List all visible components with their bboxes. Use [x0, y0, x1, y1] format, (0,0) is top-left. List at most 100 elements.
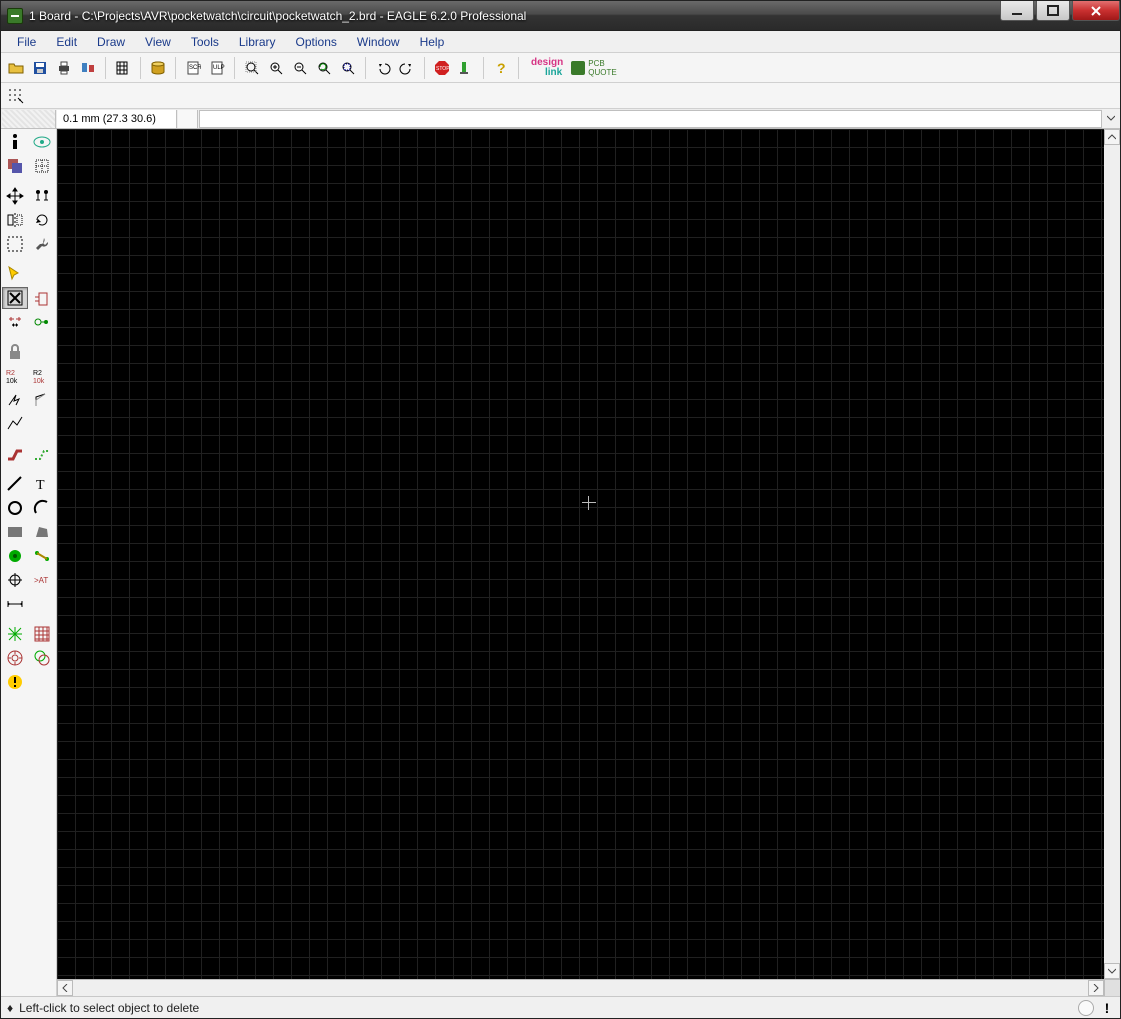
info-tool[interactable] — [2, 131, 28, 153]
coord-spacer — [178, 110, 198, 128]
chip-icon — [571, 61, 585, 75]
errors-tool[interactable] — [2, 671, 28, 693]
move-icon — [6, 187, 24, 205]
horizontal-scrollbar[interactable] — [57, 979, 1120, 996]
editor-canvas[interactable] — [57, 129, 1120, 979]
vertical-scrollbar[interactable] — [1104, 129, 1120, 979]
menu-view[interactable]: View — [135, 32, 181, 52]
erc-tool[interactable] — [2, 647, 28, 669]
zoom-fit-button[interactable] — [241, 57, 263, 79]
close-icon — [1090, 5, 1102, 17]
mark-icon — [33, 157, 51, 175]
show-tool[interactable] — [30, 131, 56, 153]
scroll-left-button[interactable] — [57, 980, 73, 996]
route-tool[interactable] — [2, 443, 28, 465]
attribute-tool[interactable]: >AT — [30, 569, 56, 591]
pinswap-tool[interactable] — [2, 311, 28, 333]
menu-draw[interactable]: Draw — [87, 32, 135, 52]
go-button[interactable] — [455, 57, 477, 79]
dimension-tool[interactable] — [2, 593, 28, 615]
menu-tools[interactable]: Tools — [181, 32, 229, 52]
command-history-button[interactable] — [1102, 109, 1120, 128]
polygon-tool[interactable] — [30, 521, 56, 543]
split-tool[interactable] — [2, 413, 28, 435]
menu-library[interactable]: Library — [229, 32, 286, 52]
help-button[interactable]: ? — [490, 57, 512, 79]
status-errors-button[interactable]: ! — [1100, 1000, 1114, 1016]
hole-icon — [6, 571, 24, 589]
change-tool[interactable] — [30, 233, 56, 255]
ulp-button[interactable]: ULP — [206, 57, 228, 79]
grid-settings-button[interactable] — [5, 85, 27, 107]
vscroll-track[interactable] — [1104, 145, 1120, 963]
wire-tool[interactable] — [2, 473, 28, 495]
value-tool[interactable]: R210k — [30, 365, 56, 387]
copy-tool[interactable] — [30, 185, 56, 207]
scroll-right-button[interactable] — [1088, 980, 1104, 996]
board-schematic-button[interactable] — [112, 57, 134, 79]
mark-tool[interactable] — [30, 155, 56, 177]
script-button[interactable]: SCR — [182, 57, 204, 79]
hscroll-track[interactable] — [73, 980, 1088, 996]
mirror-tool[interactable] — [2, 209, 28, 231]
auto-tool[interactable] — [30, 623, 56, 645]
menu-help[interactable]: Help — [410, 32, 455, 52]
zoom-redraw-button[interactable] — [313, 57, 335, 79]
delete-tool[interactable] — [2, 287, 28, 309]
go-icon — [458, 60, 474, 76]
lock-tool[interactable] — [2, 341, 28, 363]
menu-window[interactable]: Window — [347, 32, 410, 52]
ratsnest-tool[interactable] — [2, 623, 28, 645]
via-tool[interactable] — [2, 545, 28, 567]
pinswap-icon — [6, 313, 24, 331]
svg-text:10k: 10k — [6, 378, 18, 385]
zoom-in-button[interactable] — [265, 57, 287, 79]
main-toolbar: SCR ULP STOP ? design link PCB QUOTE — [1, 53, 1120, 83]
undo-button[interactable] — [372, 57, 394, 79]
paste-tool[interactable] — [2, 263, 28, 285]
text-tool[interactable]: T — [30, 473, 56, 495]
minimize-button[interactable] — [1000, 1, 1034, 21]
miter-tool[interactable] — [30, 389, 56, 411]
hole-tool[interactable] — [2, 569, 28, 591]
circle-tool[interactable] — [2, 497, 28, 519]
menu-options[interactable]: Options — [286, 32, 347, 52]
auto-icon — [33, 625, 51, 643]
print-button[interactable] — [53, 57, 75, 79]
cam-button[interactable] — [77, 57, 99, 79]
ripup-tool[interactable] — [30, 443, 56, 465]
menu-edit[interactable]: Edit — [46, 32, 87, 52]
layer-selector[interactable] — [2, 110, 56, 128]
group-tool[interactable] — [2, 233, 28, 255]
pcbquote-button[interactable]: PCB QUOTE — [571, 59, 616, 77]
display-tool[interactable] — [2, 155, 28, 177]
menubar: File Edit Draw View Tools Library Option… — [1, 31, 1120, 53]
command-input[interactable] — [199, 110, 1102, 128]
designlink-button[interactable]: design link — [525, 58, 569, 78]
toolbar-separator — [175, 57, 176, 79]
maximize-button[interactable] — [1036, 1, 1070, 21]
move-tool[interactable] — [2, 185, 28, 207]
close-button[interactable] — [1072, 1, 1120, 21]
toolbar-separator — [234, 57, 235, 79]
drc-tool[interactable] — [30, 647, 56, 669]
menu-file[interactable]: File — [7, 32, 46, 52]
open-button[interactable] — [5, 57, 27, 79]
stop-button[interactable]: STOP — [431, 57, 453, 79]
add-tool[interactable] — [30, 287, 56, 309]
replace-tool[interactable] — [30, 311, 56, 333]
arc-tool[interactable] — [30, 497, 56, 519]
scroll-up-button[interactable] — [1104, 129, 1120, 145]
attribute-icon: >AT — [33, 571, 51, 589]
name-tool[interactable]: R210k — [2, 365, 28, 387]
signal-tool[interactable] — [30, 545, 56, 567]
scroll-down-button[interactable] — [1104, 963, 1120, 979]
rect-tool[interactable] — [2, 521, 28, 543]
rotate-tool[interactable] — [30, 209, 56, 231]
library-button[interactable] — [147, 57, 169, 79]
redo-button[interactable] — [396, 57, 418, 79]
zoom-select-button[interactable] — [337, 57, 359, 79]
save-button[interactable] — [29, 57, 51, 79]
smash-tool[interactable] — [2, 389, 28, 411]
zoom-out-button[interactable] — [289, 57, 311, 79]
